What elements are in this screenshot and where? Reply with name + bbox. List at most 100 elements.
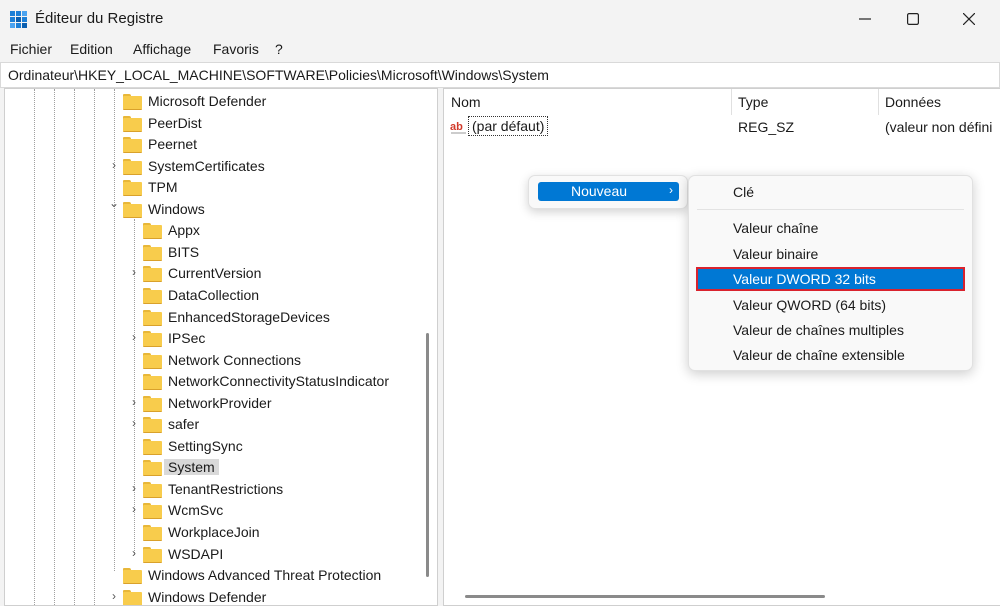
tree-item[interactable]: › NetworkProvider — [5, 393, 425, 414]
tree-item[interactable]: › TenantRestrictions — [5, 479, 425, 500]
tree-item[interactable]: Network Connections — [5, 350, 425, 371]
scrollbar-thumb[interactable] — [465, 595, 825, 598]
menu-separator — [697, 209, 964, 210]
tree-item[interactable]: EnhancedStorageDevices — [5, 307, 425, 328]
address-bar[interactable]: Ordinateur\HKEY_LOCAL_MACHINE\SOFTWARE\P… — [0, 62, 1000, 88]
tree-item-label: IPSec — [168, 330, 206, 347]
folder-icon — [143, 287, 162, 304]
folder-icon — [143, 309, 162, 326]
value-data: (valeur non défini — [885, 119, 993, 135]
menu-favoris[interactable]: Favoris — [213, 41, 259, 57]
folder-icon — [123, 94, 142, 110]
string-value-icon: ab — [450, 119, 468, 135]
chevron-right-icon[interactable]: › — [108, 158, 120, 174]
column-separator[interactable] — [731, 89, 732, 115]
folder-icon — [123, 589, 142, 605]
tree-item-label: Windows Advanced Threat Protection — [148, 567, 382, 584]
chevron-right-icon[interactable]: › — [108, 589, 120, 605]
tree-item[interactable]: SettingSync — [5, 436, 425, 457]
menu-item-label: Nouveau — [571, 183, 628, 199]
menu-affichage[interactable]: Affichage — [133, 41, 191, 57]
tree-item[interactable]: Appx — [5, 220, 425, 241]
column-header-nom[interactable]: Nom — [451, 94, 481, 110]
column-header-donnees[interactable]: Données — [885, 94, 941, 110]
minimize-button[interactable] — [842, 0, 888, 38]
tree-item[interactable]: › Windows Defender — [5, 587, 425, 605]
tree-item-label: Microsoft Defender — [148, 93, 267, 109]
tree-item[interactable]: System — [5, 457, 425, 478]
tree-item-label: EnhancedStorageDevices — [168, 308, 330, 325]
tree-item-label: NetworkProvider — [168, 394, 272, 411]
menu-item-valeur-extensible[interactable]: Valeur de chaîne extensible — [697, 344, 964, 366]
menu-edition[interactable]: Edition — [70, 41, 113, 57]
folder-icon — [123, 115, 142, 132]
tree-scrollbar[interactable] — [426, 333, 429, 577]
menu-item-cle[interactable]: Clé — [697, 181, 964, 203]
menu-item-valeur-binaire[interactable]: Valeur binaire — [697, 243, 964, 265]
tree-pane[interactable]: Microsoft Defender PeerDist Peernet › System… — [4, 88, 438, 606]
tree-item[interactable]: PeerDist — [5, 113, 425, 134]
tree-item[interactable]: DataCollection — [5, 285, 425, 306]
column-header-type[interactable]: Type — [738, 94, 768, 110]
tree-item-label: TPM — [148, 179, 178, 196]
chevron-right-icon[interactable]: › — [128, 395, 140, 411]
tree-item-label: safer — [168, 416, 200, 433]
tree-item[interactable]: › SystemCertificates — [5, 156, 425, 177]
tree-item[interactable]: › WSDAPI — [5, 544, 425, 565]
tree-item[interactable]: Peernet — [5, 134, 425, 155]
tree-item[interactable]: BITS — [5, 242, 425, 263]
tree-item-label: WcmSvc — [168, 502, 224, 519]
maximize-button[interactable] — [890, 0, 936, 38]
menu-item-label: Valeur chaîne — [733, 220, 819, 236]
folder-icon — [123, 158, 142, 175]
tree-item-label: Windows Defender — [148, 588, 267, 605]
folder-icon — [143, 438, 162, 455]
menu-item-valeur-dword[interactable]: Valeur DWORD 32 bits — [696, 267, 965, 291]
tree-item[interactable]: WorkplaceJoin — [5, 522, 425, 543]
svg-text:ab: ab — [450, 121, 463, 133]
chevron-right-icon[interactable]: › — [128, 502, 140, 518]
tree-item-label: SystemCertificates — [148, 157, 265, 174]
tree-item[interactable]: › CurrentVersion — [5, 263, 425, 284]
tree-item-label: TenantRestrictions — [168, 480, 284, 497]
tree-item-label: WorkplaceJoin — [168, 524, 260, 540]
menu-fichier[interactable]: Fichier — [10, 41, 52, 57]
folder-icon — [123, 568, 142, 585]
chevron-down-icon[interactable]: ⌄ — [108, 196, 120, 212]
menu-item-valeur-qword[interactable]: Valeur QWORD (64 bits) — [697, 294, 964, 316]
chevron-right-icon[interactable]: › — [128, 481, 140, 497]
folder-icon — [143, 525, 162, 541]
close-button[interactable] — [946, 0, 992, 38]
chevron-right-icon[interactable]: › — [128, 330, 140, 346]
menu-item-valeur-chaine[interactable]: Valeur chaîne — [697, 217, 964, 239]
folder-icon — [143, 223, 162, 240]
folder-icon — [143, 331, 162, 348]
tree-item[interactable]: Windows Advanced Threat Protection — [5, 565, 425, 586]
horizontal-scrollbar[interactable] — [444, 592, 1000, 600]
registry-icon — [10, 11, 27, 28]
tree-item-label: Windows — [148, 200, 205, 217]
menu-item-label: Valeur QWORD (64 bits) — [733, 297, 886, 313]
tree-item[interactable]: › safer — [5, 414, 425, 435]
menu-item-valeur-multi-chaines[interactable]: Valeur de chaînes multiples — [697, 319, 964, 341]
folder-icon — [143, 374, 162, 391]
tree-item[interactable]: ⌄ Windows — [5, 196, 425, 220]
menu-help[interactable]: ? — [275, 41, 283, 57]
column-separator[interactable] — [878, 89, 879, 115]
tree-item-label: DataCollection — [168, 286, 260, 303]
tree-item[interactable]: NetworkConnectivityStatusIndicator — [5, 371, 425, 392]
folder-icon — [143, 546, 162, 563]
menu-item-nouveau[interactable]: Nouveau › — [538, 182, 679, 201]
chevron-right-icon[interactable]: › — [128, 546, 140, 562]
folder-icon — [143, 460, 162, 477]
tree-item[interactable]: › WcmSvc — [5, 500, 425, 521]
close-icon — [963, 13, 975, 25]
tree-item[interactable]: › IPSec — [5, 328, 425, 349]
folder-icon — [143, 266, 162, 283]
menu-item-label: Valeur de chaîne extensible — [733, 347, 905, 363]
chevron-right-icon[interactable]: › — [128, 416, 140, 432]
chevron-right-icon[interactable]: › — [128, 265, 140, 281]
tree-item[interactable]: TPM — [5, 177, 425, 198]
tree-item[interactable]: Microsoft Defender — [5, 91, 425, 112]
folder-icon — [143, 244, 162, 261]
